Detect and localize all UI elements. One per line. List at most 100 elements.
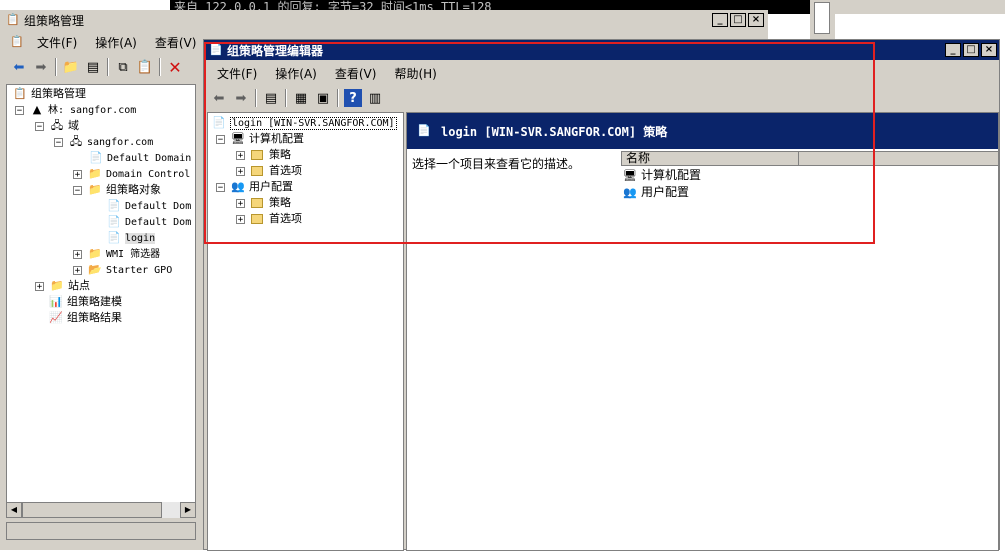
folder-icon [251,166,263,176]
folder-icon: 📁 [88,183,102,196]
editor-menu-file[interactable]: 文件(F) [208,65,266,82]
delete-icon[interactable]: ✕ [166,58,184,77]
tree-label: 林: sangfor.com [48,105,137,116]
tree-item-domain[interactable]: − 🖧 sangfor.com [54,134,153,150]
editor-window: 📄 组策略管理编辑器 _ □ × 文件(F) 操作(A) 查看(V) 帮助(H)… [203,39,1000,551]
scroll-thumb[interactable] [22,502,162,518]
list-item-computer[interactable]: 🖥 计算机配置 [623,167,701,183]
tree-item-wmi[interactable]: + 📁 WMI 筛选器 [73,246,160,262]
forward-arrow-icon[interactable]: ➡ [232,89,250,107]
console-scrollbar[interactable] [810,0,835,40]
help-icon[interactable]: ? [344,89,362,107]
tree-item-modeling[interactable]: 📊 组策略建模 [49,294,122,310]
tree-item-default-domain[interactable]: 📄 Default Domain [89,150,191,166]
user-icon: 👥 [231,180,245,193]
tree-item-forest[interactable]: − ▲ 林: sangfor.com [15,102,136,118]
toolbar-separator [107,58,109,76]
maximize-icon[interactable]: □ [730,13,746,27]
tree-item-gpo2[interactable]: 📄 Default Dom [107,214,191,230]
tree-label: Default Dom [125,201,192,212]
starter-gpo-icon: 📂 [88,263,102,276]
tree-label: 站点 [68,279,90,292]
editor-tree-user-policies[interactable]: + 策略 [236,195,291,211]
copy-icon[interactable]: ⧉ [114,58,132,76]
editor-tree-pane: 📄 login [WIN-SVR.SANGFOR.COM] − 🖥 计算机配置 + 策略… [207,112,404,551]
editor-tree-computer-preferences[interactable]: + 首选项 [236,163,302,179]
gpmc-app-icon: 📋 [6,13,20,26]
expand-icon[interactable]: + [73,265,82,275]
tree-item-gpo1[interactable]: 📄 Default Dom [107,198,191,214]
back-arrow-icon[interactable]: ⬅ [210,89,228,107]
show-action-pane-icon[interactable]: ▥ [366,89,384,107]
editor-tree-root[interactable]: 📄 login [WIN-SVR.SANGFOR.COM] [212,115,397,131]
gpmc-menu-view[interactable]: 查看(V) [146,34,206,51]
editor-tree-computer[interactable]: − 🖥 计算机配置 [216,131,304,147]
export-list-icon[interactable]: ▣ [314,89,332,107]
tree-item-starter[interactable]: + 📂 Starter GPO [73,262,172,278]
tree-item-domains[interactable]: − 🖧 域 [35,118,79,134]
modeling-icon: 📊 [49,295,63,308]
editor-titlebar[interactable]: 📄 组策略管理编辑器 _ □ × [204,40,999,60]
tree-item-results[interactable]: 📈 组策略结果 [49,310,122,326]
tree-item-gpo-objects[interactable]: − 📁 组策略对象 [73,182,161,198]
expand-icon[interactable]: + [73,169,82,179]
collapse-icon[interactable]: − [73,185,82,195]
folder-icon [251,214,263,224]
computer-icon: 🖥 [623,168,637,182]
collapse-icon[interactable]: − [35,121,44,131]
gpmc-titlebar[interactable]: 📋 组策略管理 _ □ × [0,10,768,30]
tree-label: 用户配置 [249,180,293,193]
collapse-icon[interactable]: − [216,182,225,192]
gpmc-hscrollbar[interactable]: ◀ ▶ [6,502,196,518]
scroll-right-icon[interactable]: ▶ [180,502,196,518]
close-icon[interactable]: × [748,13,764,27]
expand-icon[interactable]: + [35,281,44,291]
column-header-name[interactable]: 名称 [621,151,799,166]
tree-label: 组策略结果 [67,311,122,324]
tree-item-root[interactable]: 📋 组策略管理 [13,86,86,102]
collapse-icon[interactable]: − [54,137,63,147]
list-item-user[interactable]: 👥 用户配置 [623,184,689,200]
tree-label: Domain Control [106,169,191,180]
show-tree-icon[interactable]: ▤ [84,58,102,76]
minimize-icon[interactable]: _ [945,43,961,57]
list-item-label: 用户配置 [641,185,690,199]
expand-icon[interactable]: + [236,150,245,160]
expand-icon[interactable]: + [236,214,245,224]
gpmc-menu-file[interactable]: 文件(F) [28,34,86,51]
minimize-icon[interactable]: _ [712,13,728,27]
tree-item-gpo-login[interactable]: 📄 login [107,230,156,246]
maximize-icon[interactable]: □ [963,43,979,57]
scroll-left-icon[interactable]: ◀ [6,502,22,518]
back-arrow-icon[interactable]: ⬅ [10,58,28,76]
editor-menu-view[interactable]: 查看(V) [326,65,386,82]
gpmc-title: 组策略管理 [24,13,85,28]
tree-item-domain-controllers[interactable]: + 📁 Domain Control [73,166,190,182]
gpo-icon: 📄 [417,124,431,137]
expand-icon[interactable]: + [73,249,82,259]
content-header-title: login [WIN-SVR.SANGFOR.COM] 策略 [441,124,668,139]
show-tree-icon[interactable]: ▤ [262,89,280,107]
column-header-empty[interactable] [799,151,999,166]
editor-tree-computer-policies[interactable]: + 策略 [236,147,291,163]
gpmc-menu-action[interactable]: 操作(A) [86,34,146,51]
close-icon[interactable]: × [981,43,997,57]
tree-item-sites[interactable]: + 📁 站点 [35,278,90,294]
properties-icon[interactable]: ▦ [292,89,310,107]
editor-tree-user-preferences[interactable]: + 首选项 [236,211,302,227]
toolbar-separator [159,58,161,76]
gpo-icon: 📄 [107,231,121,244]
tree-label: 首选项 [269,212,302,225]
collapse-icon[interactable]: − [15,105,24,115]
collapse-icon[interactable]: − [216,134,225,144]
toolbar-separator [337,89,339,107]
gpmc-menu-icon: 📋 [10,35,24,48]
editor-menu-action[interactable]: 操作(A) [266,65,326,82]
expand-icon[interactable]: + [236,166,245,176]
paste-icon[interactable]: 📋 [136,58,154,76]
editor-menu-help[interactable]: 帮助(H) [385,65,445,82]
forward-arrow-icon[interactable]: ➡ [32,58,50,76]
editor-tree-user[interactable]: − 👥 用户配置 [216,179,293,195]
expand-icon[interactable]: + [236,198,245,208]
up-folder-icon[interactable]: 📁 [62,58,80,76]
